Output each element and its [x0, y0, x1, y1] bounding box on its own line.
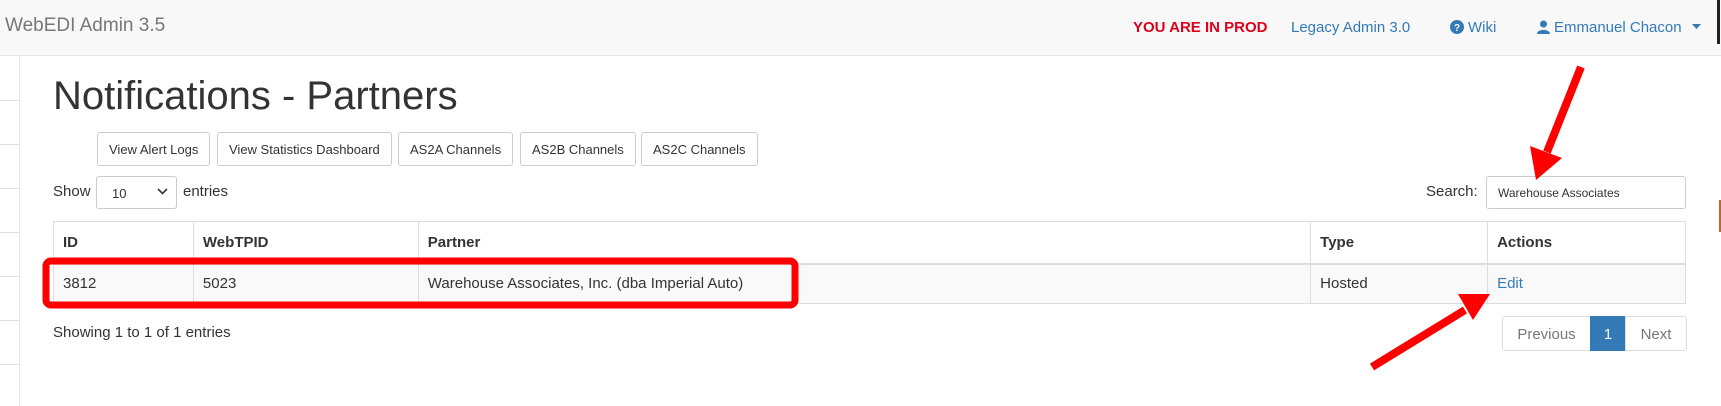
sidebar-divider — [0, 144, 19, 145]
cell-id: 3812 — [53, 263, 194, 304]
entries-per-page-value: 10 — [112, 186, 127, 201]
cell-partner: Warehouse Associates, Inc. (dba Imperial… — [417, 263, 1312, 304]
cell-type: Hosted — [1310, 263, 1489, 304]
legacy-admin-link[interactable]: Legacy Admin 3.0 — [1291, 19, 1410, 36]
wiki-link[interactable]: ? Wiki — [1450, 19, 1496, 36]
as2a-channels-button[interactable]: AS2A Channels — [398, 132, 514, 166]
sidebar-divider — [0, 364, 19, 365]
sidebar — [0, 56, 20, 406]
cell-actions: Edit — [1487, 263, 1686, 304]
window-edge-mark — [1717, 0, 1720, 44]
prod-warning: YOU ARE IN PROD — [1133, 19, 1268, 36]
as2b-channels-button[interactable]: AS2B Channels — [520, 132, 636, 166]
column-header-id[interactable]: ID — [53, 221, 194, 265]
as2c-channels-button[interactable]: AS2C Channels — [641, 132, 758, 166]
view-statistics-dashboard-button[interactable]: View Statistics Dashboard — [217, 132, 392, 166]
column-header-webtpid[interactable]: WebTPID — [192, 221, 419, 265]
page-title: Notifications - Partners — [53, 74, 458, 118]
table-info: Showing 1 to 1 of 1 entries — [53, 324, 231, 341]
app-brand[interactable]: WebEDI Admin 3.5 — [5, 15, 165, 37]
view-alert-logs-button[interactable]: View Alert Logs — [97, 132, 211, 166]
show-label: Show — [53, 183, 91, 200]
arrow-to-edit-icon — [1369, 294, 1490, 371]
sidebar-divider — [0, 276, 19, 277]
entries-per-page-select[interactable]: 10 — [96, 176, 177, 209]
sidebar-divider — [0, 100, 19, 101]
search-input[interactable] — [1486, 176, 1686, 209]
column-header-type[interactable]: Type — [1310, 221, 1489, 265]
top-navbar: WebEDI Admin 3.5 YOU ARE IN PROD Legacy … — [0, 0, 1721, 56]
partners-table: ID WebTPID Partner Type Actions 3812 502… — [53, 221, 1686, 304]
user-name: Emmanuel Chacon — [1554, 19, 1682, 36]
table-row: 3812 5023 Warehouse Associates, Inc. (db… — [53, 263, 1686, 304]
arrow-to-search-icon — [1530, 65, 1585, 180]
sidebar-divider — [0, 320, 19, 321]
table-header-row: ID WebTPID Partner Type Actions — [53, 221, 1686, 265]
column-header-partner[interactable]: Partner — [417, 221, 1312, 265]
question-circle-icon: ? — [1450, 20, 1464, 34]
pagination-previous[interactable]: Previous — [1502, 316, 1591, 351]
cell-webtpid: 5023 — [192, 263, 419, 304]
search-label: Search: — [1426, 183, 1478, 200]
pagination-page-1[interactable]: 1 — [1590, 316, 1626, 351]
user-icon — [1537, 20, 1550, 34]
sidebar-divider — [0, 232, 19, 233]
svg-text:?: ? — [1454, 23, 1460, 34]
annotation-overlay — [42, 65, 1585, 371]
caret-down-icon — [1691, 24, 1701, 29]
column-header-actions: Actions — [1487, 221, 1686, 265]
sidebar-divider — [0, 188, 19, 189]
chevron-down-icon — [157, 188, 168, 195]
entries-label: entries — [183, 183, 229, 200]
wiki-link-label: Wiki — [1468, 19, 1497, 36]
user-menu[interactable]: Emmanuel Chacon — [1537, 19, 1705, 36]
edit-link[interactable]: Edit — [1497, 275, 1523, 292]
pagination-next[interactable]: Next — [1625, 316, 1687, 351]
